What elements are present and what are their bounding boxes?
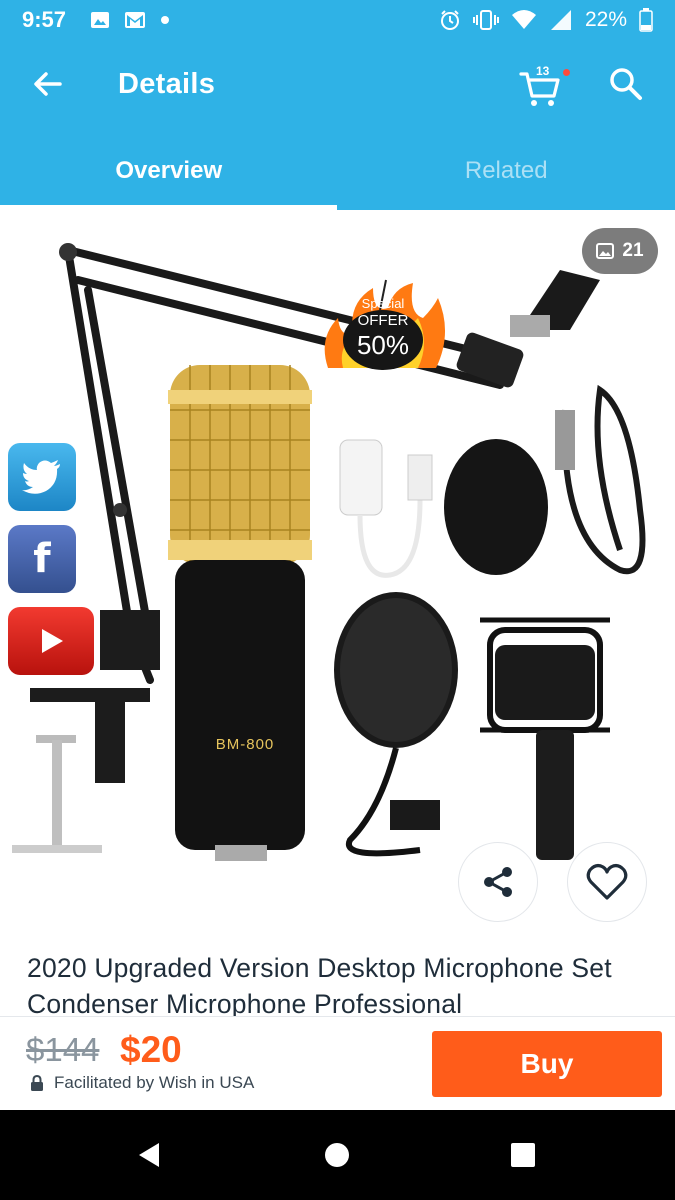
image-count-badge[interactable]: 21 [582, 228, 658, 274]
nav-back-button[interactable] [135, 1140, 165, 1170]
cart-notification-dot [563, 69, 570, 76]
sale-price: $20 [120, 1029, 182, 1070]
facilitated-text: Facilitated by Wish in USA [54, 1073, 255, 1092]
image-count: 21 [622, 240, 644, 261]
offer-line-2: OFFER [357, 312, 409, 329]
product-title: 2020 Upgraded Version Desktop Microphone… [27, 953, 612, 1019]
share-icon [484, 867, 512, 897]
original-price: $144 [26, 1031, 100, 1068]
app-bar: Details 13 [0, 40, 675, 132]
facilitated-note: Facilitated by Wish in USA [30, 1073, 254, 1093]
page-title: Details [118, 68, 216, 100]
nav-recents-icon [511, 1143, 535, 1167]
tab-related[interactable]: Related [338, 132, 675, 210]
facebook-icon: f [8, 525, 76, 593]
status-time: 9:57 [22, 7, 67, 32]
offer-line-1: Special [361, 296, 405, 311]
wifi-icon [511, 9, 537, 31]
tab-bar: Overview Related [0, 132, 675, 210]
twitter-icon [8, 443, 76, 511]
buy-button[interactable]: Buy [432, 1031, 662, 1097]
heart-icon [586, 863, 628, 900]
status-bar: 9:57 22% [0, 0, 675, 40]
mic-model-label: BM-800 [215, 736, 275, 753]
search-icon [610, 68, 642, 100]
cart-count-badge: 13 [536, 64, 550, 78]
vibrate-icon [472, 9, 499, 31]
wishlist-button[interactable] [567, 842, 647, 922]
nav-recents-button[interactable] [508, 1140, 538, 1170]
alarm-icon [439, 9, 461, 31]
share-button[interactable] [458, 842, 538, 922]
back-button[interactable] [28, 64, 68, 104]
nav-back-icon [139, 1143, 159, 1167]
image-icon [90, 10, 110, 30]
tab-overview[interactable]: Overview [0, 132, 338, 210]
search-button[interactable] [608, 66, 648, 106]
nav-home-icon [325, 1143, 349, 1167]
battery-percent: 22% [584, 8, 627, 31]
cart-button[interactable]: 13 [518, 62, 570, 108]
system-nav-bar [0, 1110, 675, 1200]
youtube-icon [8, 607, 94, 675]
signal-icon [549, 9, 573, 31]
gmail-icon [124, 11, 146, 29]
dot-icon [160, 15, 170, 25]
nav-home-button[interactable] [322, 1140, 352, 1170]
battery-icon [639, 8, 653, 32]
offer-line-3: 50% [356, 330, 410, 360]
gallery-icon [596, 243, 615, 259]
special-offer-badge: Special OFFER 50% [318, 278, 448, 372]
back-arrow-icon [34, 72, 62, 96]
lock-icon [31, 1074, 43, 1091]
product-image[interactable]: Special OFFER 50% BM-800 21 f [0, 210, 675, 940]
purchase-bar: $144 $20 Facilitated by Wish in USA Buy [0, 1016, 675, 1110]
